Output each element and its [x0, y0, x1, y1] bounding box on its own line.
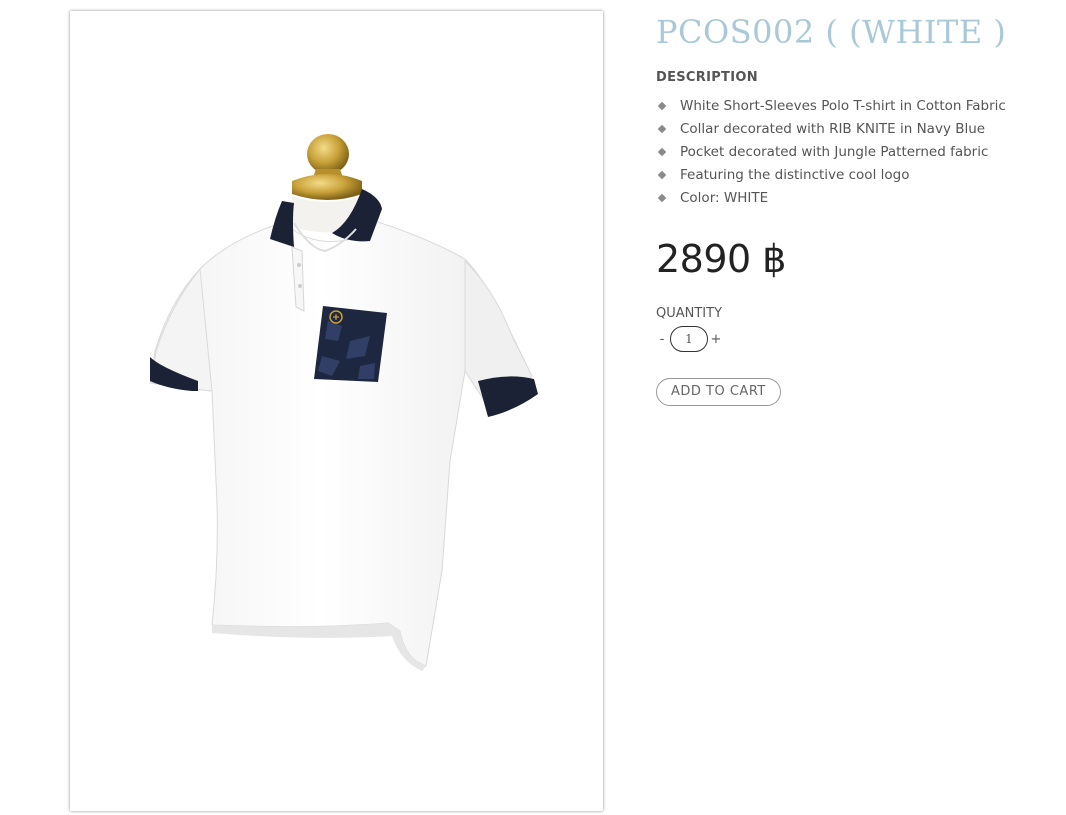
description-item: Collar decorated with RIB KNITE in Navy …: [656, 118, 1056, 141]
product-info: PCOS002 ( (WHITE ) DESCRIPTION White Sho…: [656, 10, 1056, 406]
description-item-text: White Short-Sleeves Polo T-shirt in Cott…: [680, 98, 1006, 114]
diamond-bullet-icon: [657, 101, 667, 111]
description-item: Color: WHITE: [656, 187, 1056, 210]
diamond-bullet-icon: [657, 170, 667, 180]
quantity-decrement-button[interactable]: -: [656, 332, 668, 347]
description-item-text: Featuring the distinctive cool logo: [680, 167, 910, 183]
description-item: Pocket decorated with Jungle Patterned f…: [656, 141, 1056, 164]
product-page: PCOS002 ( (WHITE ) DESCRIPTION White Sho…: [0, 0, 1066, 815]
description-item: White Short-Sleeves Polo T-shirt in Cott…: [656, 95, 1056, 118]
add-to-cart-button[interactable]: ADD TO CART: [656, 378, 781, 406]
quantity-input[interactable]: [670, 326, 708, 352]
description-list: White Short-Sleeves Polo T-shirt in Cott…: [656, 95, 1056, 210]
quantity-increment-button[interactable]: +: [710, 332, 722, 347]
quantity-label: QUANTITY: [656, 306, 723, 321]
product-title: PCOS002 ( (WHITE ): [656, 13, 1007, 51]
diamond-bullet-icon: [657, 147, 667, 157]
description-item: Featuring the distinctive cool logo: [656, 164, 1056, 187]
product-price: 2890 ฿: [656, 237, 786, 281]
product-image: [149, 134, 538, 671]
product-image-frame[interactable]: [70, 11, 603, 811]
quantity-stepper: - +: [656, 326, 1056, 352]
description-item-text: Pocket decorated with Jungle Patterned f…: [680, 144, 989, 160]
description-item-text: Color: WHITE: [680, 190, 769, 206]
description-heading: DESCRIPTION: [656, 70, 758, 85]
diamond-bullet-icon: [657, 193, 667, 203]
diamond-bullet-icon: [657, 124, 667, 134]
description-item-text: Collar decorated with RIB KNITE in Navy …: [680, 121, 986, 137]
